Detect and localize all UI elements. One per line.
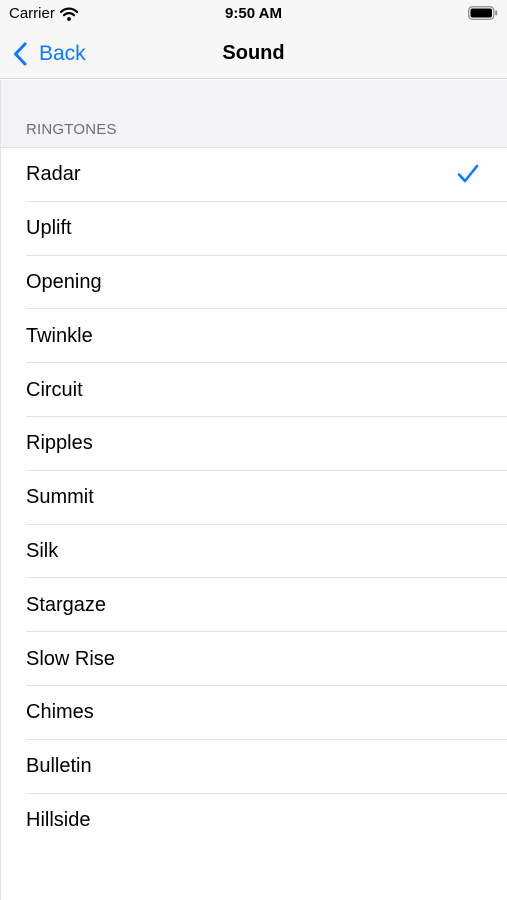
ringtone-list: Radar Uplift Opening Twinkle Circuit Rip… — [1, 148, 507, 847]
list-item-label: Slow Rise — [26, 647, 115, 670]
battery-icon — [468, 6, 498, 20]
list-item-hillside[interactable]: Hillside — [1, 794, 507, 848]
list-item-label: Ripples — [26, 432, 93, 455]
list-item-label: Stargaze — [26, 593, 107, 616]
list-item-summit[interactable]: Summit — [1, 471, 507, 525]
status-time: 9:50 AM — [225, 5, 282, 22]
status-bar: Carrier 9:50 AM — [0, 0, 507, 28]
list-item-circuit[interactable]: Circuit — [1, 363, 507, 417]
list-item-label: Bulletin — [26, 755, 92, 778]
list-item-ripples[interactable]: Ripples — [1, 417, 507, 471]
list-item-silk[interactable]: Silk — [1, 525, 507, 579]
checkmark-icon — [457, 164, 479, 183]
list-item-label: Opening — [26, 270, 102, 293]
list-item-opening[interactable]: Opening — [1, 256, 507, 310]
section-header-area: RINGTONES — [1, 80, 507, 148]
section-header: RINGTONES — [26, 121, 117, 138]
list-item-label: Radar — [26, 163, 81, 186]
chevron-left-icon — [14, 42, 27, 65]
list-item-radar[interactable]: Radar — [1, 148, 507, 202]
list-item-stargaze[interactable]: Stargaze — [1, 578, 507, 632]
list-item-twinkle[interactable]: Twinkle — [1, 309, 507, 363]
navigation-bar: Sound Back — [0, 28, 507, 79]
list-item-label: Twinkle — [26, 324, 93, 347]
list-item-bulletin[interactable]: Bulletin — [1, 740, 507, 794]
list-item-label: Circuit — [26, 378, 83, 401]
list-item-label: Uplift — [26, 217, 72, 240]
back-label: Back — [39, 41, 86, 65]
list-item-slow-rise[interactable]: Slow Rise — [1, 632, 507, 686]
list-item-label: Hillside — [26, 808, 91, 831]
list-item-label: Silk — [26, 539, 59, 562]
list-item-uplift[interactable]: Uplift — [1, 202, 507, 256]
ringtone-list-view[interactable]: RINGTONES Radar Uplift Opening Twinkle C… — [0, 80, 507, 900]
list-item-label: Summit — [26, 486, 94, 509]
list-item-chimes[interactable]: Chimes — [1, 686, 507, 740]
list-item-label: Chimes — [26, 701, 94, 724]
back-button[interactable]: Back — [13, 28, 86, 79]
